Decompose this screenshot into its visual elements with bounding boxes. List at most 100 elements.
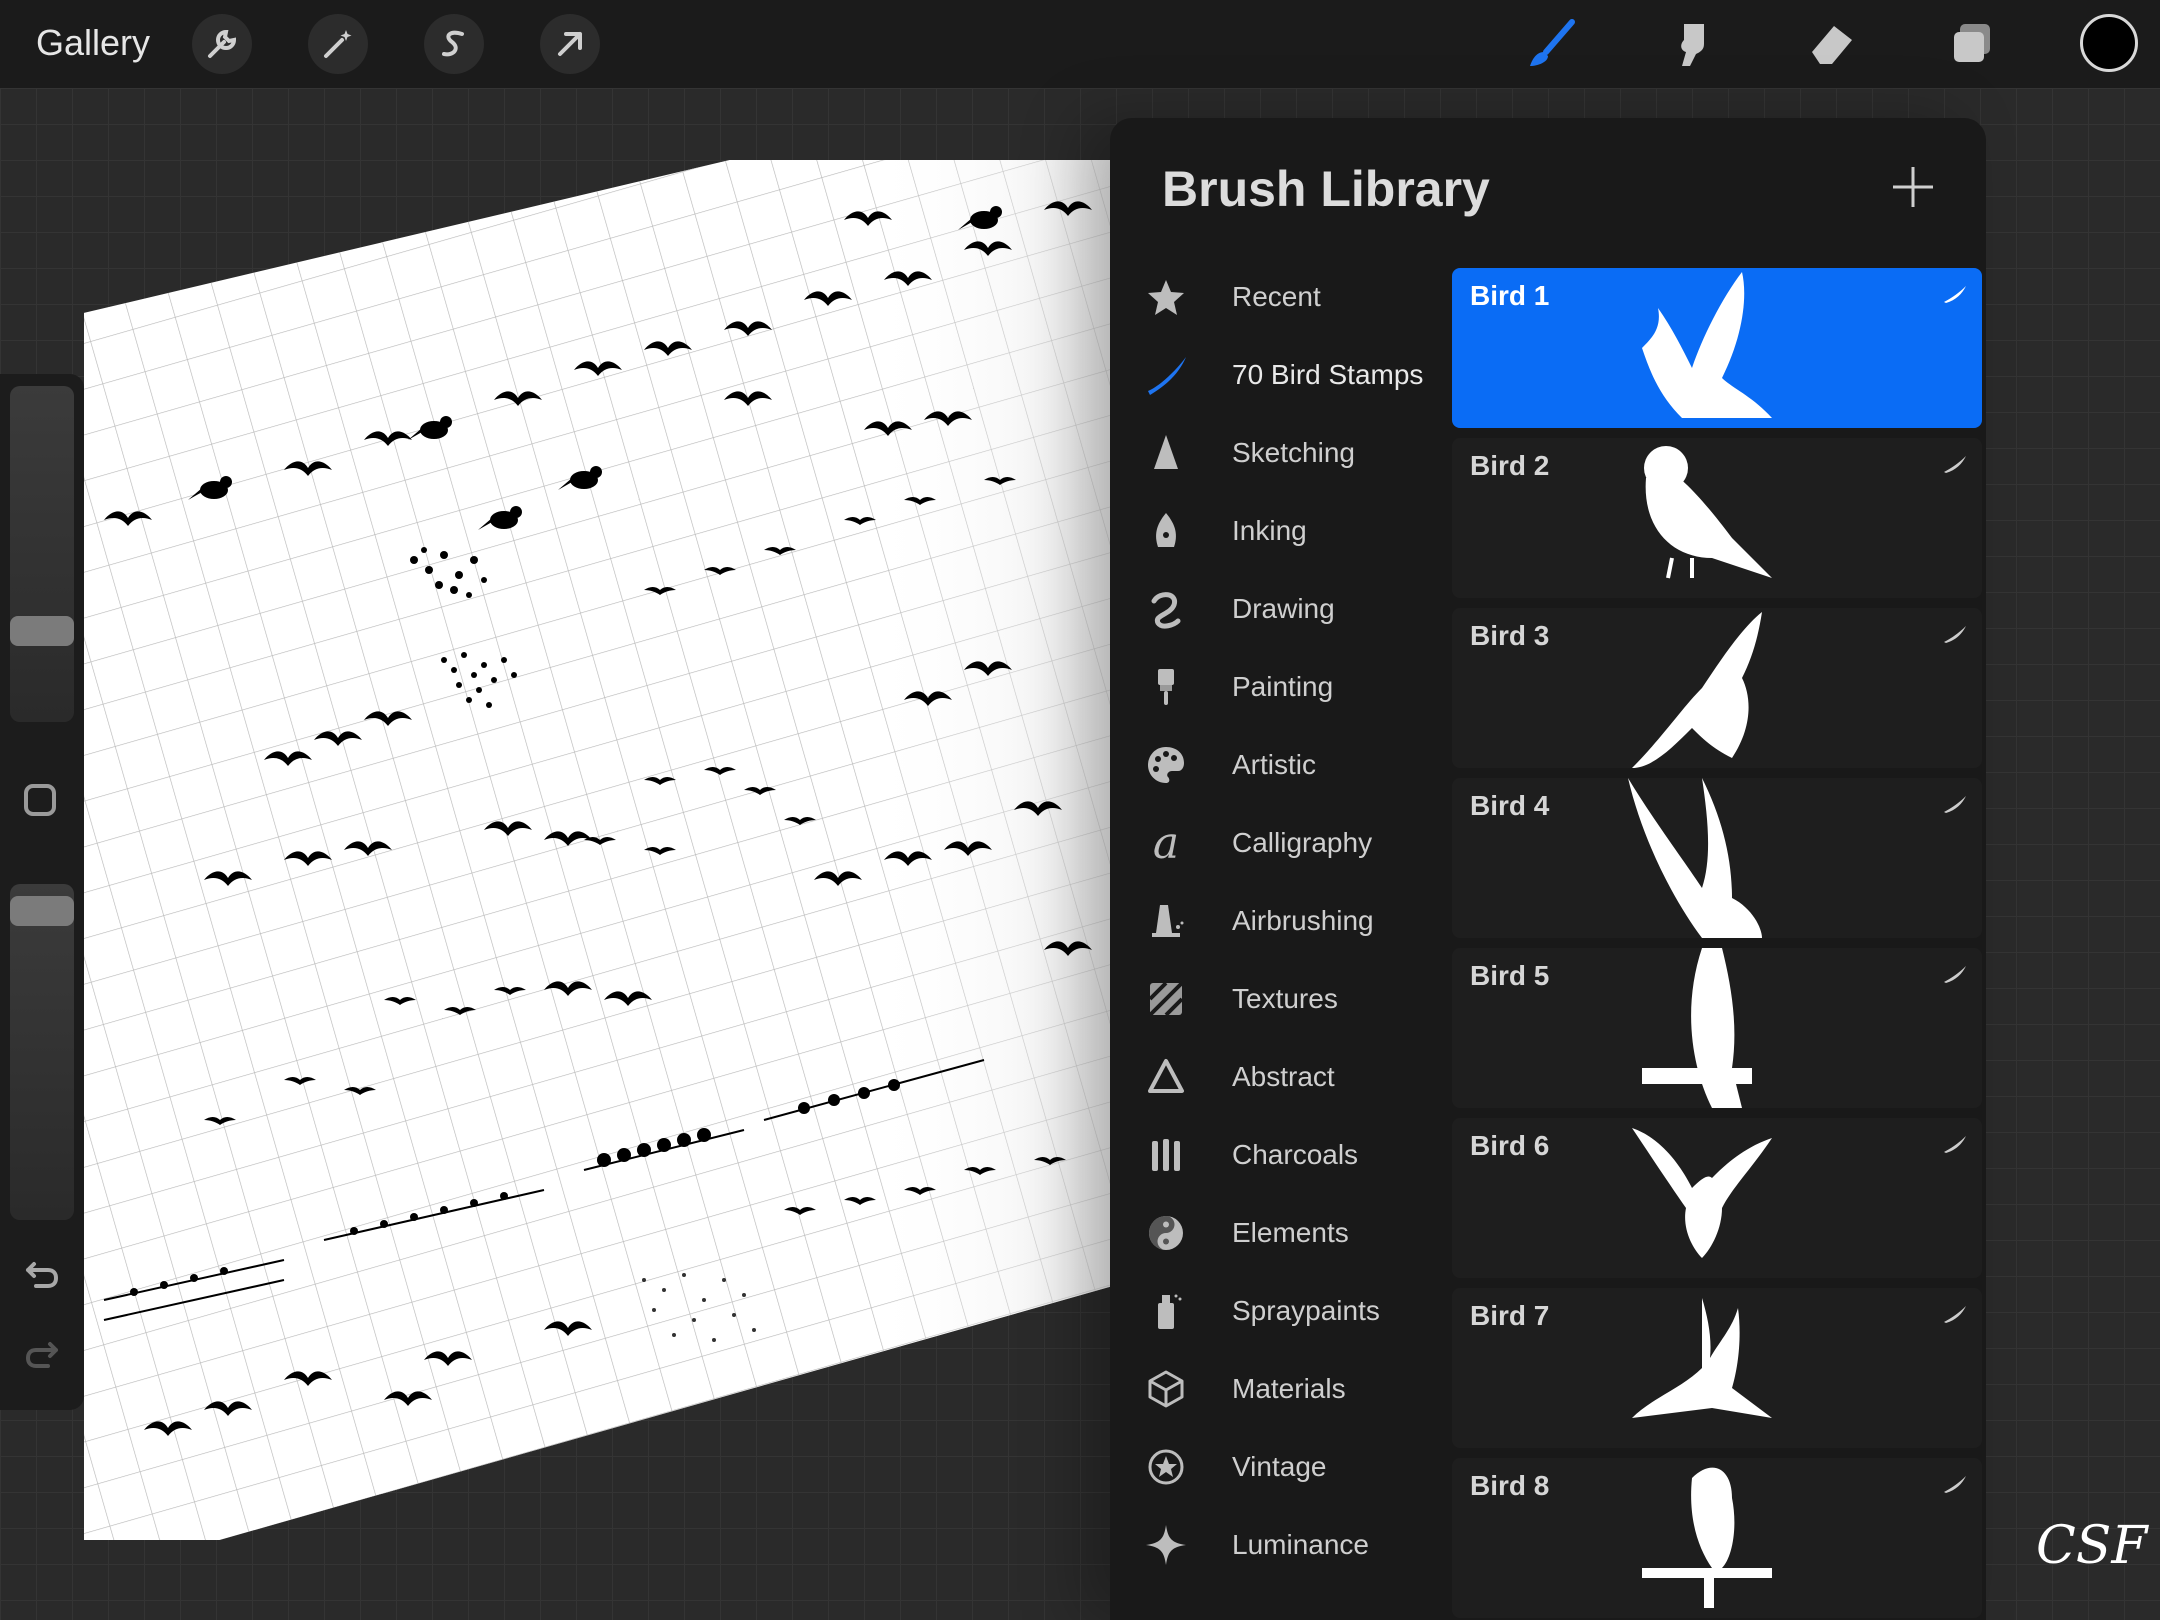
brush-name: Bird 8 <box>1470 1470 1550 1501</box>
brush-size-slider[interactable] <box>10 386 74 722</box>
stroke-preview-icon <box>1944 1136 1966 1153</box>
modify-button[interactable] <box>24 784 56 816</box>
magic-wand-icon[interactable] <box>308 14 368 74</box>
brush-name: Bird 6 <box>1470 1130 1550 1161</box>
bird-stamp-preview <box>1642 272 1772 418</box>
category-label: Airbrushing <box>1232 905 1374 936</box>
triangle-icon <box>1134 1050 1198 1104</box>
airbrush-icon <box>1134 894 1198 948</box>
wrench-icon[interactable] <box>192 14 252 74</box>
bird-stamp-preview <box>1642 1467 1772 1608</box>
color-picker-button[interactable] <box>2080 14 2138 72</box>
artwork-canvas[interactable] <box>84 160 1134 1540</box>
category-label: 70 Bird Stamps <box>1232 359 1424 390</box>
category-label: Recent <box>1232 281 1321 312</box>
category-label: Drawing <box>1232 593 1335 624</box>
brush-item-bird-7[interactable]: Bird 7 <box>1452 1288 1982 1448</box>
brush-name: Bird 7 <box>1470 1300 1550 1331</box>
star-icon <box>1134 270 1198 324</box>
bird-stamp-preview <box>1632 1298 1772 1418</box>
category-label: Textures <box>1232 983 1338 1014</box>
left-sidebar <box>0 374 84 1410</box>
watermark-logo: CSF <box>2036 1516 2148 1576</box>
opacity-thumb[interactable] <box>10 896 74 926</box>
category-elements[interactable]: Elements <box>1124 1200 1454 1266</box>
brush-name: Bird 3 <box>1470 620 1550 651</box>
category-textures[interactable]: Textures <box>1124 966 1454 1032</box>
category-label: Materials <box>1232 1373 1346 1404</box>
brush-item-bird-3[interactable]: Bird 3 <box>1452 608 1982 768</box>
category-painting[interactable]: Painting <box>1124 654 1454 720</box>
stroke-preview-icon <box>1944 626 1966 643</box>
brush-icon[interactable] <box>1520 14 1584 74</box>
selection-icon[interactable] <box>424 14 484 74</box>
squiggle-icon <box>1134 582 1198 636</box>
category-label: Artistic <box>1232 749 1316 780</box>
brush-item-bird-1[interactable]: Bird 1 <box>1452 268 1982 428</box>
pencil-tip-icon <box>1134 426 1198 480</box>
category-artistic[interactable]: Artistic <box>1124 732 1454 798</box>
eraser-icon[interactable] <box>1800 14 1864 74</box>
add-brush-set-button[interactable] <box>1888 162 1938 212</box>
stroke-icon <box>1134 348 1198 402</box>
category-label: Elements <box>1232 1217 1349 1248</box>
palette-icon <box>1134 738 1198 792</box>
brush-item-bird-8[interactable]: Bird 8 <box>1452 1458 1982 1618</box>
brush-name: Bird 5 <box>1470 960 1550 991</box>
opacity-slider[interactable] <box>10 884 74 1220</box>
category-abstract[interactable]: Abstract <box>1124 1044 1454 1110</box>
category-drawing[interactable]: Drawing <box>1124 576 1454 642</box>
category-label: Sketching <box>1232 437 1355 468</box>
category-label: Inking <box>1232 515 1307 546</box>
redo-icon[interactable] <box>22 1334 62 1374</box>
category-label: Abstract <box>1232 1061 1335 1092</box>
layers-icon[interactable] <box>1940 14 2004 74</box>
vintage-star-icon <box>1134 1440 1198 1494</box>
texture-icon <box>1134 972 1198 1026</box>
gallery-button[interactable]: Gallery <box>36 22 150 64</box>
category-spraypaints[interactable]: Spraypaints <box>1124 1278 1454 1344</box>
undo-icon[interactable] <box>22 1254 62 1294</box>
panel-title: Brush Library <box>1162 161 1490 217</box>
category-vintage[interactable]: Vintage <box>1124 1434 1454 1500</box>
transform-arrow-icon[interactable] <box>540 14 600 74</box>
stroke-preview-icon <box>1944 796 1966 813</box>
category-sketching[interactable]: Sketching <box>1124 420 1454 486</box>
brush-size-thumb[interactable] <box>10 616 74 646</box>
paint-brush-icon <box>1134 660 1198 714</box>
category-charcoals[interactable]: Charcoals <box>1124 1122 1454 1188</box>
stroke-preview-icon <box>1944 456 1966 473</box>
category-label: Painting <box>1232 671 1334 702</box>
cube-icon <box>1134 1362 1198 1416</box>
bird-stamp-preview <box>1642 948 1752 1108</box>
brush-name: Bird 4 <box>1470 790 1550 821</box>
category-luminance[interactable]: Luminance <box>1124 1512 1454 1578</box>
bird-stamp-preview <box>1644 446 1772 579</box>
category-inking[interactable]: Inking <box>1124 498 1454 564</box>
plus-icon <box>1893 167 1933 207</box>
stroke-preview-icon <box>1944 286 1966 303</box>
yin-yang-icon <box>1134 1206 1198 1260</box>
smudge-icon[interactable] <box>1660 14 1724 74</box>
brush-item-bird-6[interactable]: Bird 6 <box>1452 1118 1982 1278</box>
stroke-preview-icon <box>1944 966 1966 983</box>
brush-item-bird-5[interactable]: Bird 5 <box>1452 948 1982 1108</box>
top-toolbar: Gallery <box>0 0 2160 88</box>
category-calligraphy[interactable]: a Calligraphy <box>1124 810 1454 876</box>
category-airbrushing[interactable]: Airbrushing <box>1124 888 1454 954</box>
category-70-bird-stamps[interactable]: 70 Bird Stamps <box>1124 342 1454 408</box>
bird-stamp-preview <box>1628 778 1762 938</box>
brush-name: Bird 2 <box>1470 450 1550 481</box>
stroke-preview-icon <box>1944 1476 1966 1493</box>
category-materials[interactable]: Materials <box>1124 1356 1454 1422</box>
category-label: Luminance <box>1232 1529 1369 1560</box>
pen-nib-icon <box>1134 504 1198 558</box>
category-label: Spraypaints <box>1232 1295 1380 1326</box>
brush-library-panel: Brush Library Recent 70 Bird Stamps Sket… <box>1110 118 1986 1620</box>
category-label: Calligraphy <box>1232 827 1373 858</box>
brush-item-bird-2[interactable]: Bird 2 <box>1452 438 1982 598</box>
brush-name: Bird 1 <box>1470 280 1550 311</box>
brush-item-bird-4[interactable]: Bird 4 <box>1452 778 1982 938</box>
calligraphy-a-icon: a <box>1152 817 1180 869</box>
category-recent[interactable]: Recent <box>1124 264 1454 330</box>
